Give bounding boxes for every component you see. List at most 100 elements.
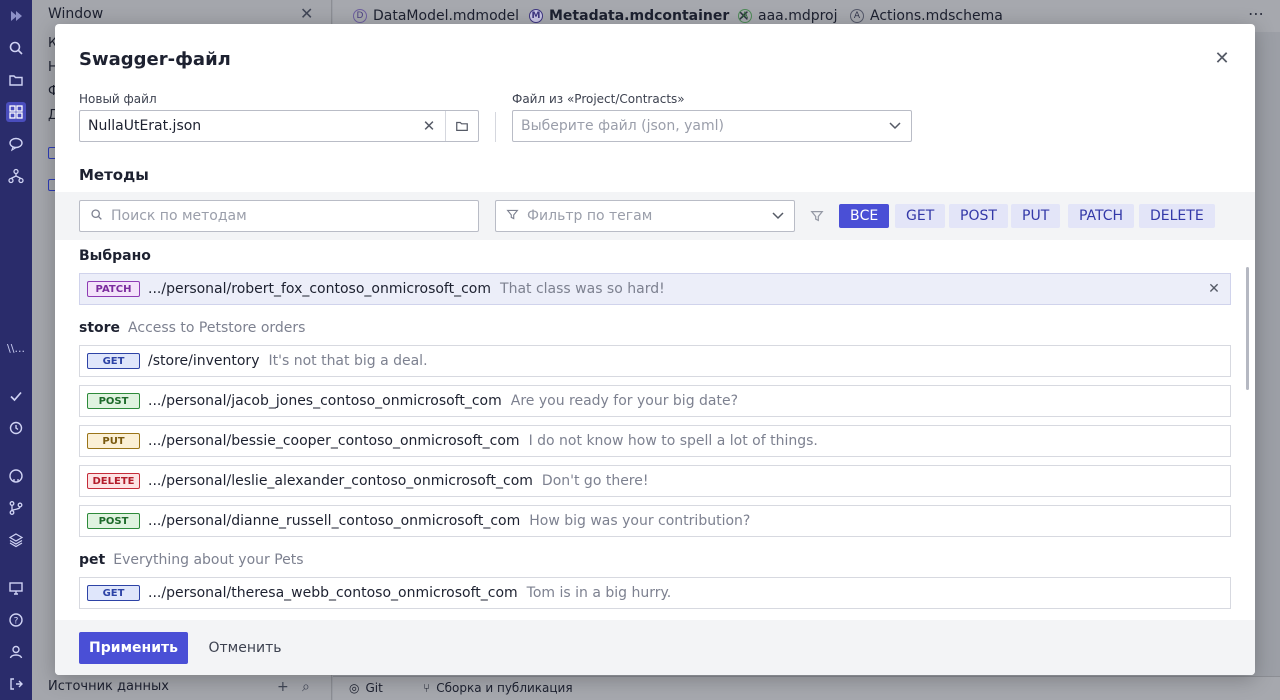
apply-button[interactable]: Применить [79,632,188,664]
method-badge: PUT [87,433,140,449]
monitor-icon[interactable] [6,578,26,598]
filter-chip-patch[interactable]: PATCH [1068,204,1135,228]
user-icon[interactable] [6,642,26,662]
layers-icon[interactable] [6,530,26,550]
contracts-label: Файл из «Project/Contracts» [512,92,685,106]
clear-icon[interactable]: ✕ [413,111,445,141]
new-file-field[interactable]: NullaUtErat.json ✕ [79,110,479,142]
contracts-select[interactable]: Выберите файл (json, yaml) [512,110,912,142]
method-search-input[interactable]: Поиск по методам [79,200,479,232]
method-path: /store/inventory [148,353,260,369]
folder-icon[interactable] [446,111,478,141]
activity-bar: \\... ? [0,0,32,700]
tab-aaa[interactable]: A aaa.mdproj [738,7,838,25]
tab-actions[interactable]: A Actions.mdschema [850,7,1003,25]
method-row[interactable]: DELETE .../personal/leslie_alexander_con… [79,465,1231,497]
contracts-placeholder: Выберите файл (json, yaml) [521,118,724,134]
selected-method-row[interactable]: PATCH .../personal/robert_fox_contoso_on… [79,273,1231,305]
method-row[interactable]: POST .../personal/jacob_jones_contoso_on… [79,385,1231,417]
build-status[interactable]: ⑂ Сборка и публикация [423,681,573,695]
method-desc: How big was your contribution? [529,513,751,529]
method-path: .../personal/jacob_jones_contoso_onmicro… [148,393,502,409]
methods-list[interactable]: Выбрано PATCH .../personal/robert_fox_co… [55,240,1255,620]
tab-label: aaa.mdproj [758,8,838,24]
chevron-down-icon [762,201,794,231]
panel-close-icon[interactable]: ✕ [300,4,313,23]
schema-icon: A [850,9,864,23]
method-badge: DELETE [87,473,140,489]
selected-heading: Выбрано [79,248,151,264]
method-badge: PATCH [87,281,140,297]
filter-chip-get[interactable]: GET [895,204,946,228]
filter-chip-put[interactable]: PUT [1011,204,1061,228]
panel-footer-label: Источник данных [48,679,169,694]
hierarchy-icon[interactable] [6,166,26,186]
tag-filter-select[interactable]: Фильтр по тегам [495,200,795,232]
new-file-value: NullaUtErat.json [88,118,202,134]
github-icon: ◎ [349,681,360,695]
app-logo-icon [6,6,26,26]
method-row[interactable]: PUT .../personal/bessie_cooper_contoso_o… [79,425,1231,457]
project-icon: A [738,9,752,23]
search-placeholder: Поиск по методам [111,208,247,224]
tab-label: DataModel.mdmodel [373,8,520,24]
search-icon [80,208,103,225]
method-badge: POST [87,513,140,529]
container-icon: M [529,9,543,23]
method-path: .../personal/robert_fox_contoso_onmicros… [148,281,492,297]
methods-heading: Методы [79,166,149,184]
close-icon[interactable]: ✕ [1212,48,1232,69]
method-row[interactable]: GET /store/inventory It's not that big a… [79,345,1231,377]
help-icon[interactable]: ? [6,610,26,630]
add-icon[interactable]: + [277,679,289,695]
method-row[interactable]: GET .../personal/theresa_webb_contoso_on… [79,577,1231,609]
method-desc: Tom is in a big hurry. [526,585,672,601]
status-bar: ◎ Git ⑂ Сборка и публикация [333,676,1280,700]
folder-icon[interactable] [6,70,26,90]
new-file-label: Новый файл [79,92,157,106]
method-badge: GET [87,585,140,601]
filter-chip-all[interactable]: ВСЕ [839,204,890,228]
tab-label: Metadata.mdcontainer [549,8,730,24]
filter-icon[interactable] [810,209,824,227]
method-desc: Are you ready for your big date? [510,393,739,409]
dialog-footer: Применить Отменить [55,620,1255,675]
filter-chip-post[interactable]: POST [949,204,1008,228]
path-stub: \\... [7,341,25,355]
method-row[interactable]: POST .../personal/dianne_russell_contoso… [79,505,1231,537]
branch-icon: ⑂ [423,681,431,695]
cancel-button[interactable]: Отменить [200,632,290,664]
method-desc: I do not know how to spell a lot of thin… [528,433,818,449]
github-icon[interactable] [6,466,26,486]
more-icon[interactable]: ⋯ [1248,4,1265,23]
remove-icon[interactable]: ✕ [1206,281,1222,297]
method-desc: It's not that big a deal. [268,353,428,369]
chat-icon[interactable] [6,134,26,154]
branch-icon[interactable] [6,498,26,518]
tab-datamodel[interactable]: D DataModel.mdmodel [353,7,519,25]
method-path: .../personal/theresa_webb_contoso_onmicr… [148,585,518,601]
search-icon[interactable]: ⌕ [302,679,310,695]
check-icon[interactable] [6,386,26,406]
list-scrollbar[interactable] [1246,267,1249,390]
swagger-dialog: Swagger-файл ✕ Новый файл NullaUtErat.js… [55,24,1255,675]
filter-icon [496,208,519,225]
tab-label: Actions.mdschema [870,8,1003,24]
panel-title: Window [48,6,104,22]
tab-metadata[interactable]: M Metadata.mdcontainer ✕ [529,7,750,25]
search-icon[interactable] [6,38,26,58]
clock-icon[interactable] [6,418,26,438]
filter-chip-delete[interactable]: DELETE [1139,204,1215,228]
method-path: .../personal/bessie_cooper_contoso_onmic… [148,433,520,449]
method-desc: That class was so hard! [500,281,665,297]
method-badge: GET [87,353,140,369]
model-icon: D [353,9,367,23]
logout-icon[interactable] [6,674,26,694]
group-heading-store: store Access to Petstore orders [79,320,306,336]
method-path: .../personal/dianne_russell_contoso_onmi… [148,513,521,529]
git-status[interactable]: ◎ Git [349,681,383,695]
svg-text:?: ? [14,617,19,627]
method-desc: Don't go there! [541,473,649,489]
field-divider [495,112,496,142]
blocks-icon[interactable] [6,102,26,122]
